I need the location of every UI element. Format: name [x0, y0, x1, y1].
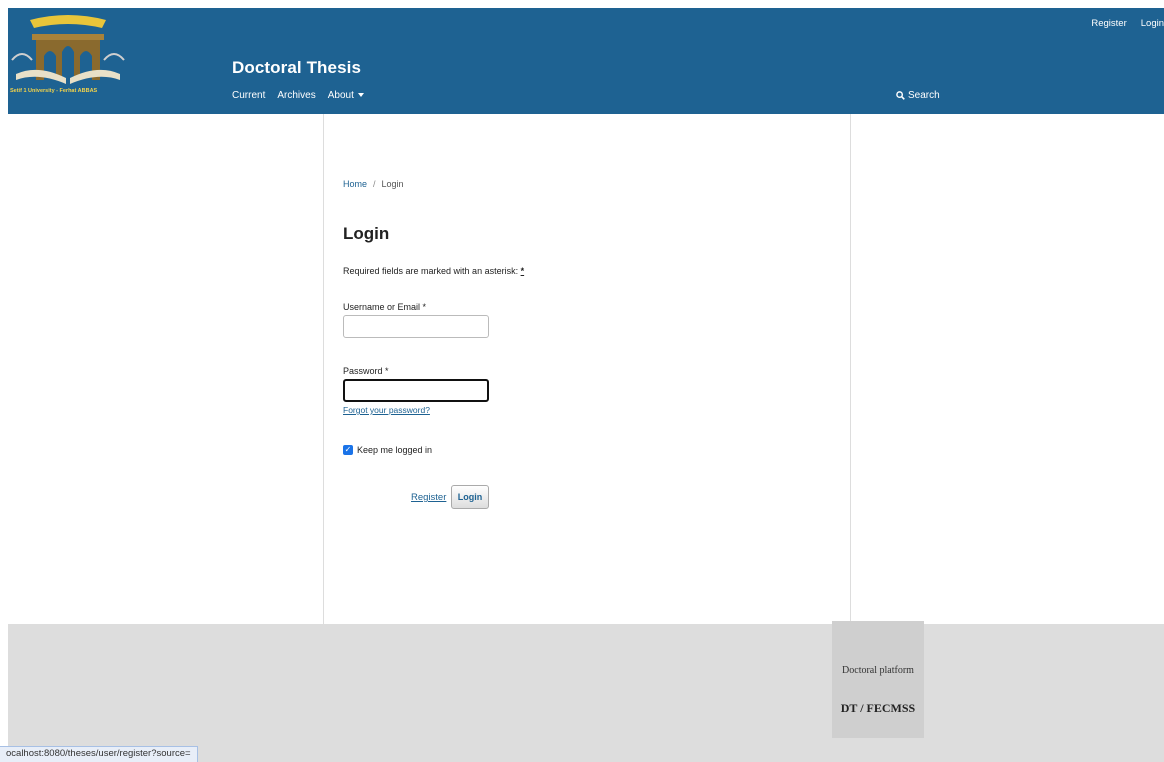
- forgot-password-link[interactable]: Forgot your password?: [343, 405, 430, 415]
- nav-about-label: About: [327, 90, 354, 101]
- nav-current[interactable]: Current: [230, 90, 271, 101]
- register-link[interactable]: Register: [411, 492, 446, 503]
- username-input[interactable]: [343, 315, 489, 338]
- required-note-text: Required fields are marked with an aster…: [343, 266, 519, 276]
- remember-label: Keep me logged in: [357, 445, 433, 455]
- breadcrumb-current: Login: [381, 179, 404, 189]
- remember-checkbox[interactable]: ✓: [343, 445, 353, 455]
- required-note: Required fields are marked with an aster…: [343, 266, 524, 276]
- breadcrumb-separator: /: [373, 179, 376, 189]
- breadcrumb-home[interactable]: Home: [343, 179, 367, 189]
- password-input[interactable]: [343, 379, 489, 402]
- password-label: Password *: [343, 366, 389, 376]
- site-footer: Doctoral platform DT / FECMSS: [8, 621, 1164, 762]
- search-link[interactable]: Search: [896, 90, 940, 101]
- username-label: Username or Email *: [343, 302, 427, 312]
- page-title: Login: [343, 224, 390, 243]
- platform-badge: Doctoral platform DT / FECMSS: [832, 621, 924, 738]
- header-register-link[interactable]: Register: [1091, 18, 1126, 29]
- breadcrumb: Home / Login: [343, 179, 404, 189]
- platform-code: DT / FECMSS: [840, 701, 916, 715]
- required-asterisk: *: [520, 266, 525, 276]
- status-bar-url: ocalhost:8080/theses/user/register?sourc…: [0, 746, 198, 762]
- main-content: Home / Login Login Required fields are mar…: [323, 114, 851, 624]
- logo-caption: Setif 1 University - Ferhat ABBAS: [10, 88, 98, 94]
- site-header: Setif 1 University - Ferhat ABBAS Doctor…: [8, 8, 1164, 114]
- primary-nav: Current Archives About: [230, 90, 370, 101]
- nav-about[interactable]: About: [322, 90, 370, 101]
- platform-name: Doctoral platform: [842, 665, 914, 676]
- header-login-link[interactable]: Login: [1141, 18, 1164, 29]
- login-button[interactable]: Login: [451, 485, 489, 509]
- nav-archives[interactable]: Archives: [271, 90, 321, 101]
- remember-me[interactable]: ✓ Keep me logged in: [343, 445, 432, 455]
- university-logo[interactable]: [8, 8, 128, 86]
- user-nav: Register Login: [1091, 18, 1164, 29]
- site-title[interactable]: Doctoral Thesis: [232, 58, 361, 78]
- search-label: Search: [908, 90, 940, 101]
- caret-down-icon: [357, 93, 364, 98]
- search-icon: [896, 91, 905, 100]
